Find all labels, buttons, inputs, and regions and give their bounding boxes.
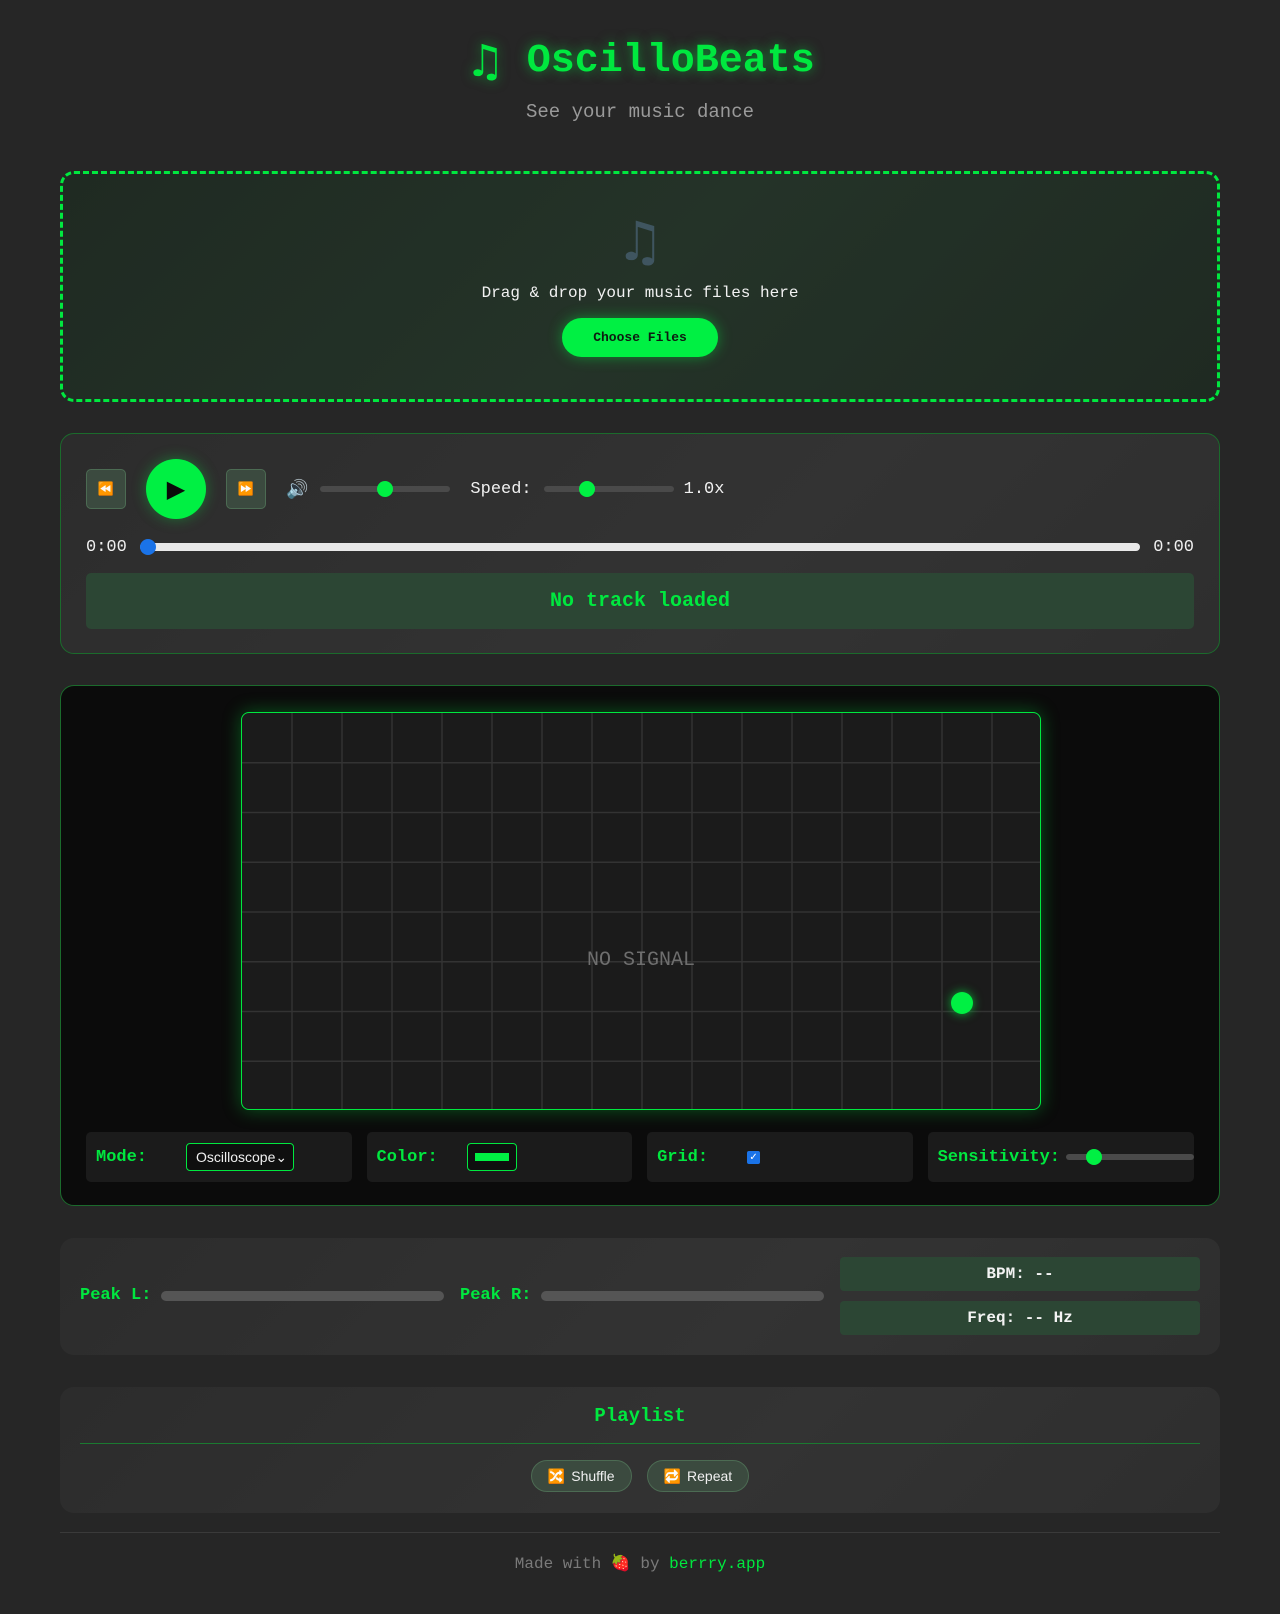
playlist-divider [80, 1443, 1200, 1444]
choose-files-button[interactable]: Choose Files [562, 318, 718, 357]
peak-right: Peak R: [460, 1286, 825, 1305]
sensitivity-label: Sensitivity: [937, 1147, 1061, 1167]
repeat-button[interactable]: 🔁 Repeat [646, 1460, 750, 1492]
rewind-button[interactable]: ⏪ [86, 469, 126, 509]
oscilloscope-screen: NO SIGNAL [241, 712, 1041, 1110]
no-signal-text: NO SIGNAL [586, 949, 696, 972]
chevron-down-icon: ⌄ [275, 1148, 288, 1165]
current-time: 0:00 [86, 537, 127, 557]
peak-left: Peak L: [80, 1286, 445, 1305]
peak-right-bar [541, 1290, 825, 1301]
scope-options: Mode: Oscilloscope ⌄ Color: Grid: ✓ Sens… [86, 1132, 1195, 1182]
repeat-label: Repeat [687, 1468, 733, 1484]
speed-slider[interactable] [543, 481, 674, 497]
speed-value: 1.0x [683, 479, 725, 499]
oscilloscope-panel: NO SIGNAL Mode: Oscilloscope ⌄ Color: Gr… [60, 685, 1220, 1206]
footer-divider [60, 1532, 1220, 1533]
app-title-text: OscilloBeats [526, 39, 815, 84]
mode-select-value: Oscilloscope [196, 1149, 276, 1165]
repeat-icon: 🔁 [663, 1467, 682, 1484]
mode-option: Mode: Oscilloscope ⌄ [86, 1132, 352, 1182]
seek-thumb[interactable] [140, 539, 156, 555]
forward-icon: ⏩ [237, 481, 255, 497]
sensitivity-slider[interactable] [1066, 1149, 1195, 1165]
grid-checkbox[interactable]: ✓ [747, 1150, 761, 1164]
playlist-panel: Playlist 🔀 Shuffle 🔁 Repeat [60, 1387, 1220, 1513]
footer: Made with 🍓 by berrry.app [0, 1553, 1280, 1573]
footer-by: by [640, 1555, 660, 1573]
shuffle-button[interactable]: 🔀 Shuffle [530, 1460, 632, 1492]
footer-brand-link[interactable]: berrry.app [669, 1555, 765, 1573]
music-note-icon: ♫ [615, 210, 665, 273]
color-option: Color: [366, 1132, 633, 1182]
playlist-title: Playlist [594, 1405, 686, 1427]
peak-right-label: Peak R: [460, 1286, 532, 1305]
scope-grid [242, 713, 1040, 1109]
stats-panel: Peak L: Peak R: BPM: -- Freq: -- Hz [60, 1238, 1220, 1355]
file-dropzone[interactable]: ♫ Drag & drop your music files here Choo… [60, 171, 1220, 402]
peak-left-bar [161, 1290, 445, 1301]
seek-bar[interactable] [140, 539, 1140, 555]
speed-label: Speed: [470, 479, 532, 499]
shuffle-icon: 🔀 [547, 1467, 566, 1484]
now-playing: No track loaded [86, 573, 1194, 629]
rewind-icon: ⏪ [97, 481, 115, 497]
forward-button[interactable]: ⏩ [226, 469, 266, 509]
progress-row: 0:00 0:00 [86, 536, 1194, 558]
mode-label: Mode: [96, 1147, 148, 1167]
bpm-display: BPM: -- [840, 1257, 1200, 1291]
app-title: ♫ OscilloBeats [465, 36, 815, 87]
color-label: Color: [376, 1147, 438, 1167]
playlist-controls: 🔀 Shuffle 🔁 Repeat [60, 1460, 1220, 1492]
volume-icon: 🔊 [286, 478, 309, 500]
total-time: 0:00 [1153, 537, 1194, 557]
sensitivity-option: Sensitivity: [927, 1132, 1195, 1182]
play-button[interactable]: ▶ [146, 459, 206, 519]
dropzone-text: Drag & drop your music files here [481, 284, 799, 302]
strawberry-icon: 🍓 [610, 1553, 631, 1572]
play-icon: ▶ [166, 475, 186, 503]
app-subtitle: See your music dance [525, 101, 755, 123]
grid-option: Grid: ✓ [647, 1132, 913, 1182]
sensitivity-slider-thumb[interactable] [1086, 1149, 1103, 1165]
app-header: ♫ OscilloBeats See your music dance [0, 36, 1280, 123]
freq-display: Freq: -- Hz [840, 1301, 1200, 1335]
speed-slider-thumb[interactable] [578, 481, 595, 497]
mode-select[interactable]: Oscilloscope ⌄ [186, 1143, 294, 1171]
color-picker[interactable] [466, 1143, 517, 1171]
peak-left-label: Peak L: [80, 1286, 152, 1305]
music-note-icon: ♫ [465, 36, 505, 87]
footer-prefix: Made with [514, 1555, 602, 1573]
trace-dot [951, 992, 973, 1014]
player-panel: ⏪ ▶ ⏩ 🔊 Speed: 1.0x 0:00 0:00 No track l… [60, 433, 1220, 654]
volume-slider[interactable] [320, 481, 451, 497]
player-controls: ⏪ ▶ ⏩ 🔊 Speed: 1.0x [86, 459, 1194, 519]
volume-slider-thumb[interactable] [377, 481, 394, 497]
color-swatch [474, 1153, 509, 1161]
grid-label: Grid: [657, 1147, 709, 1167]
shuffle-label: Shuffle [571, 1468, 615, 1484]
